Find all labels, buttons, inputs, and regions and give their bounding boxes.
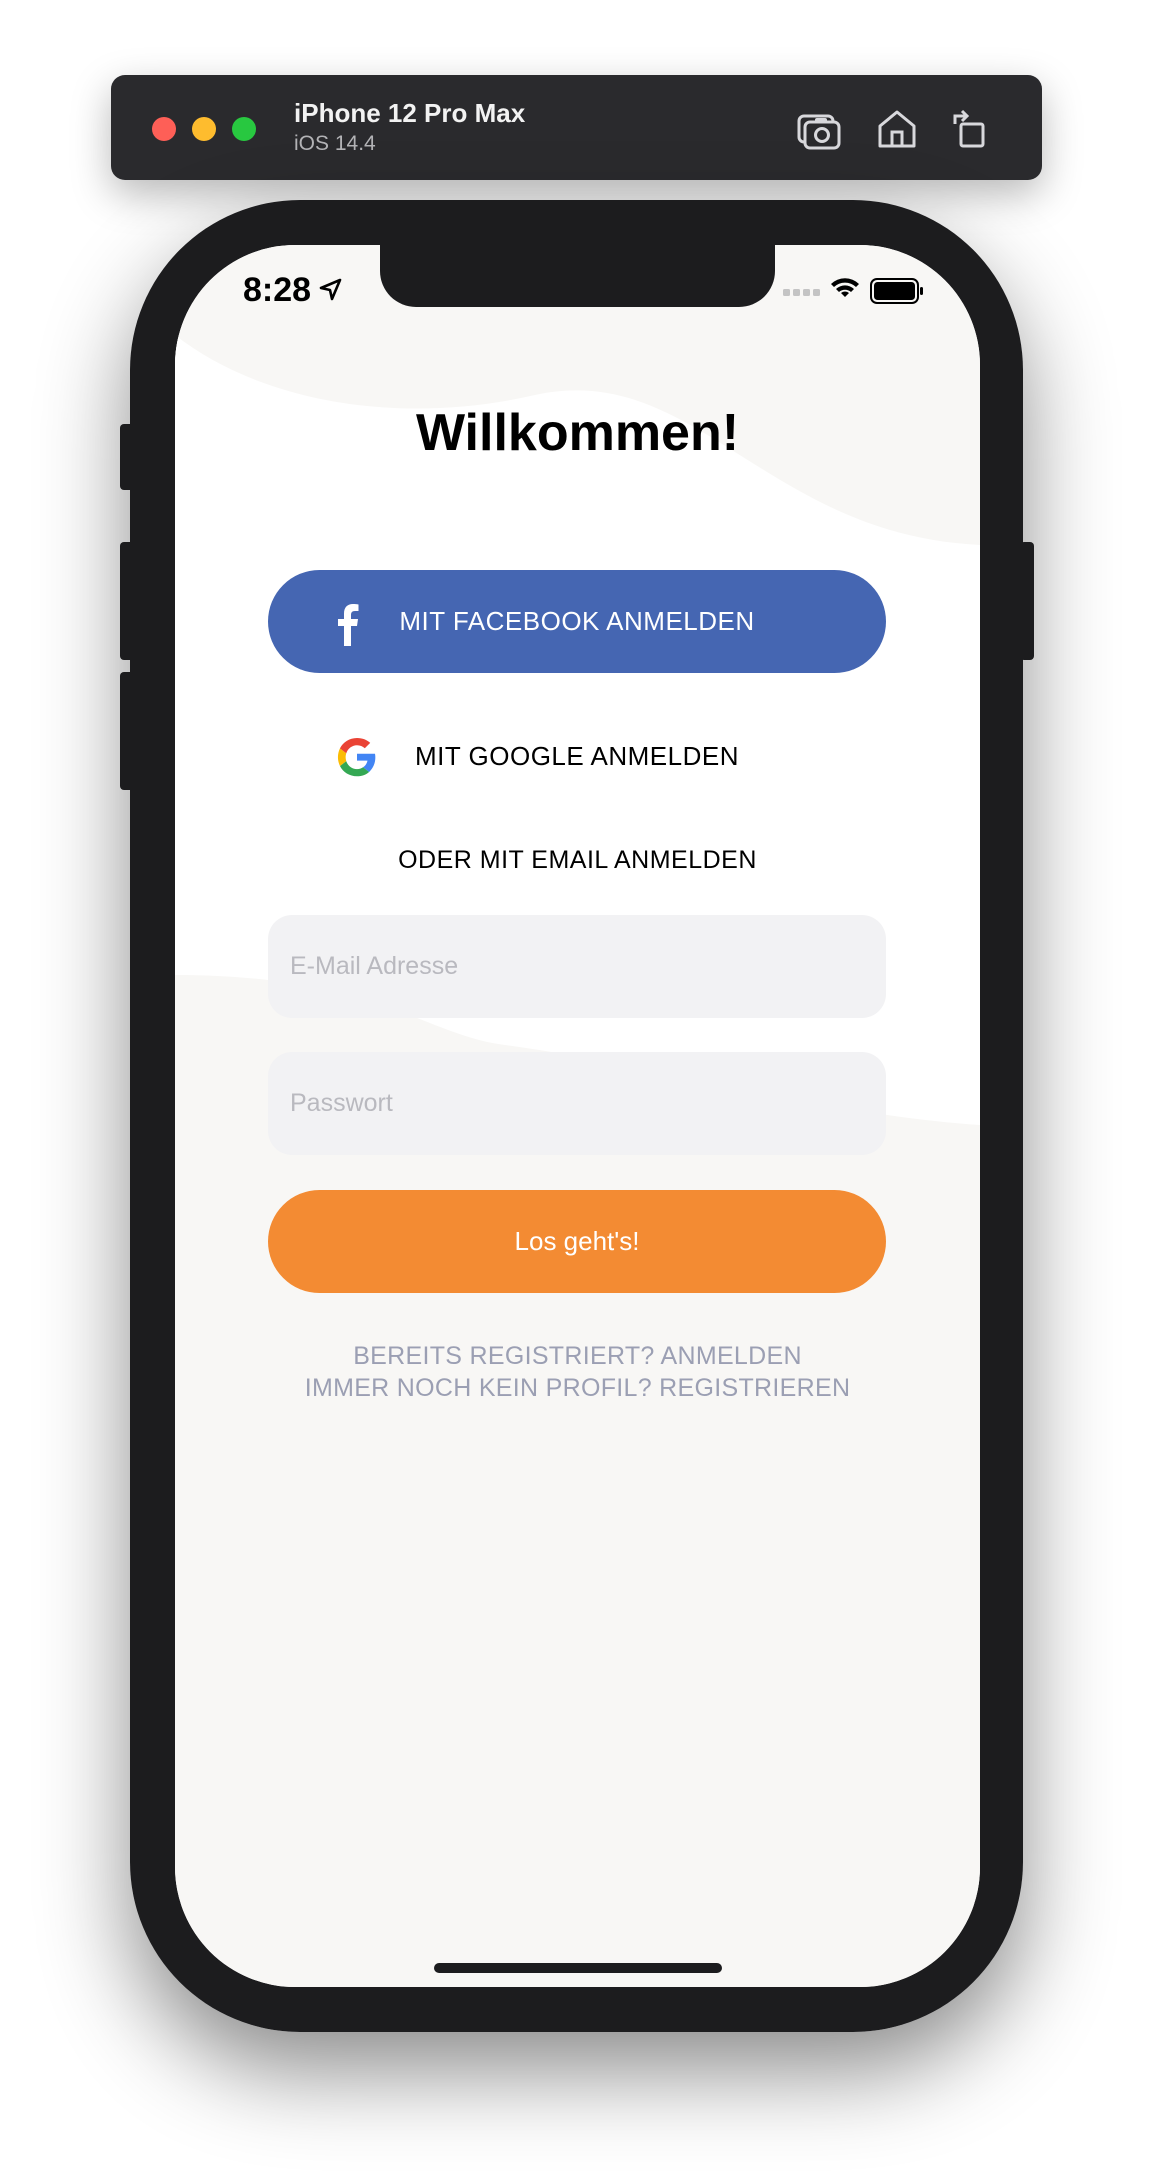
facebook-login-label: MIT FACEBOOK ANMELDEN — [399, 606, 755, 636]
device-notch — [380, 245, 775, 307]
close-window-button[interactable] — [152, 117, 176, 141]
rotate-icon[interactable] — [946, 104, 994, 152]
email-input[interactable] — [268, 915, 886, 1018]
google-login-button[interactable]: MIT GOOGLE ANMELDEN — [268, 705, 886, 808]
facebook-icon — [338, 604, 359, 646]
location-arrow-icon — [319, 278, 342, 301]
status-time: 8:28 — [243, 271, 312, 309]
minimize-window-button[interactable] — [192, 117, 216, 141]
home-icon[interactable] — [873, 104, 921, 152]
email-login-divider-text: ODER MIT EMAIL ANMELDEN — [398, 846, 757, 874]
os-version: iOS 14.4 — [294, 132, 376, 155]
app-screen: 8:28 Willkommen! MIT FACEBOOK ANMELDEN M… — [175, 245, 980, 1987]
signal-icon — [783, 289, 820, 296]
wifi-icon — [831, 278, 859, 297]
facebook-login-button[interactable]: MIT FACEBOOK ANMELDEN — [268, 570, 886, 673]
google-icon — [337, 738, 376, 777]
device-name: iPhone 12 Pro Max — [294, 98, 526, 128]
register-link[interactable]: IMMER NOCH KEIN PROFIL? REGISTRIEREN — [175, 1374, 980, 1403]
zoom-window-button[interactable] — [232, 117, 256, 141]
status-icons — [783, 278, 923, 304]
submit-button-label: Los geht's! — [514, 1226, 640, 1256]
submit-button[interactable]: Los geht's! — [268, 1190, 886, 1293]
page-title: Willkommen! — [415, 404, 740, 462]
login-link[interactable]: BEREITS REGISTRIERT? ANMELDEN — [175, 1342, 980, 1371]
battery-icon — [870, 278, 923, 304]
screenshot-icon[interactable] — [795, 104, 843, 152]
google-login-label: MIT GOOGLE ANMELDEN — [415, 741, 739, 771]
password-input[interactable] — [268, 1052, 886, 1155]
home-indicator[interactable] — [434, 1963, 722, 1973]
